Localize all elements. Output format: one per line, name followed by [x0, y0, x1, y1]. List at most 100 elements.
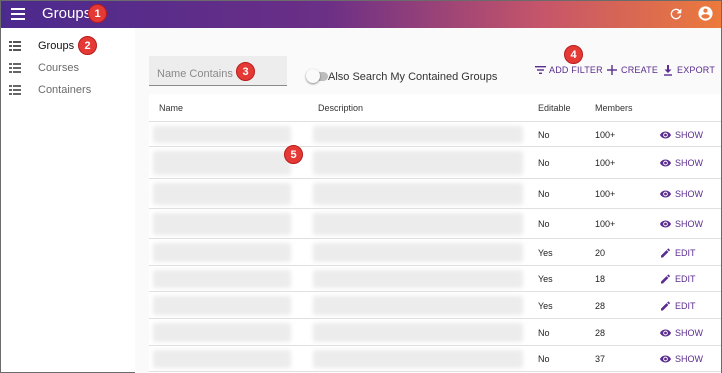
- action-label: SHOW: [675, 219, 703, 229]
- eye-icon: [660, 159, 671, 167]
- table-row[interactable]: Yes 18 EDIT: [149, 266, 721, 292]
- create-button[interactable]: CREATE: [607, 64, 658, 78]
- action-label: SHOW: [675, 158, 703, 168]
- table-row[interactable]: No 100+ SHOW: [149, 209, 721, 239]
- column-header-description[interactable]: Description: [318, 103, 363, 113]
- download-icon: [664, 65, 672, 76]
- list-icon: [9, 63, 21, 73]
- redacted-description: [313, 323, 523, 342]
- editable-cell: No: [538, 354, 550, 364]
- show-button[interactable]: SHOW: [659, 327, 719, 339]
- eye-icon: [660, 220, 671, 228]
- table-row[interactable]: No 100+ SHOW: [149, 179, 721, 209]
- table-row[interactable]: Yes 20 EDIT: [149, 239, 721, 266]
- sidebar-item-courses[interactable]: Courses: [1, 58, 135, 80]
- column-header-name[interactable]: Name: [159, 103, 183, 113]
- redacted-name: [153, 126, 291, 143]
- redacted-description: [313, 126, 523, 143]
- column-header-members[interactable]: Members: [595, 103, 633, 113]
- redacted-name: [153, 213, 291, 235]
- export-button[interactable]: EXPORT: [663, 64, 717, 78]
- editable-cell: Yes: [538, 301, 553, 311]
- redacted-name: [153, 296, 291, 315]
- callout-badge: 4: [564, 45, 583, 64]
- members-cell: 100+: [595, 158, 616, 168]
- action-label: SHOW: [675, 328, 703, 338]
- table-row[interactable]: No 100+ SHOW: [149, 122, 721, 147]
- sidebar-item-groups[interactable]: Groups: [1, 36, 135, 58]
- editable-cell: No: [538, 328, 550, 338]
- account-icon[interactable]: [697, 5, 714, 22]
- plus-icon: [607, 65, 617, 75]
- pencil-icon: [661, 274, 670, 284]
- eye-icon: [660, 329, 671, 337]
- filter-icon: [535, 66, 546, 74]
- show-button[interactable]: SHOW: [659, 129, 719, 141]
- editable-cell: No: [538, 189, 550, 199]
- action-label: EDIT: [675, 301, 696, 311]
- redacted-name: [153, 151, 291, 175]
- main-content: Also Search My Contained Groups ADD FILT…: [135, 28, 721, 373]
- redacted-description: [313, 213, 523, 235]
- sidebar-item-containers[interactable]: Containers: [1, 80, 135, 102]
- list-icon: [9, 85, 21, 95]
- app-bar: Groups: [1, 1, 721, 28]
- members-cell: 20: [595, 248, 606, 258]
- redacted-description: [313, 296, 523, 315]
- editable-cell: No: [538, 130, 550, 140]
- members-cell: 28: [595, 301, 606, 311]
- editable-cell: No: [538, 158, 550, 168]
- table-row[interactable]: Yes 28 EDIT: [149, 292, 721, 319]
- editable-cell: Yes: [538, 274, 553, 284]
- table-row[interactable]: No 37 SHOW: [149, 346, 721, 372]
- callout-badge: 2: [78, 36, 97, 55]
- redacted-name: [153, 243, 291, 262]
- edit-button[interactable]: EDIT: [659, 273, 719, 285]
- show-button[interactable]: SHOW: [659, 218, 719, 230]
- redacted-description: [313, 243, 523, 262]
- action-label: EDIT: [675, 274, 696, 284]
- edit-button[interactable]: EDIT: [659, 300, 719, 312]
- redacted-name: [153, 323, 291, 342]
- callout-badge: 5: [284, 145, 303, 164]
- page-title: Groups: [42, 5, 92, 22]
- table-header: Name Description Editable Members: [149, 94, 721, 122]
- redacted-description: [313, 151, 523, 175]
- show-button[interactable]: SHOW: [659, 157, 719, 169]
- action-label: SHOW: [675, 354, 703, 364]
- refresh-icon[interactable]: [668, 6, 684, 22]
- callout-badge: 1: [88, 4, 107, 23]
- toggle-label: Also Search My Contained Groups: [328, 71, 498, 83]
- redacted-name: [153, 183, 291, 205]
- table-row[interactable]: No 100+ SHOW: [149, 147, 721, 179]
- column-header-editable[interactable]: Editable: [538, 103, 571, 113]
- sidebar-item-label: Courses: [38, 62, 79, 74]
- members-cell: 28: [595, 328, 606, 338]
- members-cell: 100+: [595, 130, 616, 140]
- name-contains-input[interactable]: [149, 56, 287, 86]
- pencil-icon: [661, 301, 670, 311]
- contained-groups-toggle[interactable]: [306, 69, 328, 83]
- action-label: EDIT: [675, 248, 696, 258]
- show-button[interactable]: SHOW: [659, 188, 719, 200]
- members-cell: 100+: [595, 189, 616, 199]
- redacted-description: [313, 270, 523, 288]
- pencil-icon: [661, 248, 670, 258]
- add-filter-button[interactable]: ADD FILTER: [535, 64, 603, 78]
- sidebar-item-label: Containers: [38, 84, 92, 96]
- editable-cell: Yes: [538, 248, 553, 258]
- edit-button[interactable]: EDIT: [659, 247, 719, 259]
- table-row[interactable]: No 28 SHOW: [149, 319, 721, 346]
- redacted-description: [313, 350, 523, 368]
- redacted-description: [313, 183, 523, 205]
- eye-icon: [660, 355, 671, 363]
- show-button[interactable]: SHOW: [659, 353, 719, 365]
- redacted-name: [153, 270, 291, 288]
- members-cell: 18: [595, 274, 606, 284]
- list-icon: [9, 41, 21, 51]
- action-label: SHOW: [675, 130, 703, 140]
- groups-table: Name Description Editable Members No 100+…: [149, 94, 721, 373]
- eye-icon: [660, 190, 671, 198]
- menu-icon[interactable]: [11, 8, 25, 20]
- eye-icon: [660, 131, 671, 139]
